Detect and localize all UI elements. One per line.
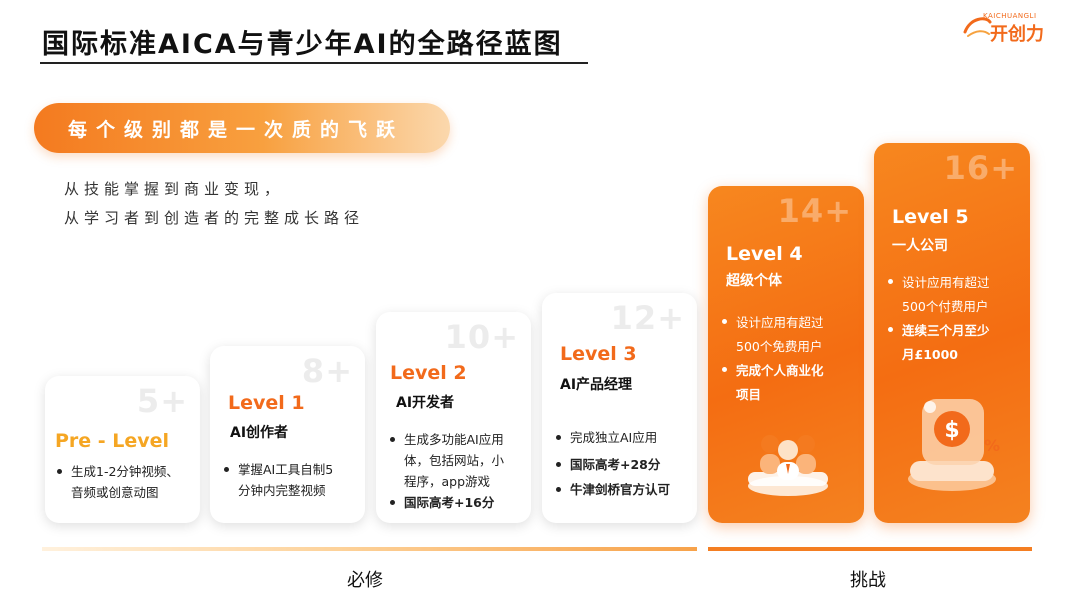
- age-number: 16+: [943, 149, 1018, 187]
- bullet-item: 生成1-2分钟视频、 音频或创意动图: [55, 461, 195, 503]
- challenge-label: 挑战: [850, 570, 886, 591]
- subtitle-line-1: 从技能掌握到商业变现，: [64, 180, 285, 198]
- level-role: AI创作者: [230, 425, 289, 441]
- bullet-item: 设计应用有超过 500个免费用户: [720, 311, 860, 359]
- level-role: 超级个体: [726, 273, 782, 289]
- bullet-item: 掌握AI工具自制5 分钟内完整视频: [222, 459, 362, 501]
- required-label: 必修: [347, 570, 383, 591]
- level-role: AI产品经理: [560, 377, 633, 393]
- level-title: Level 1: [228, 392, 305, 414]
- logo-subtext: KAICHUANGLI: [983, 12, 1037, 20]
- level-card-5: 16+ Level 5 一人公司 设计应用有超过 500个付费用户 连续三个月至…: [874, 143, 1030, 523]
- level-card-4: 14+ Level 4 超级个体 设计应用有超过 500个免费用户 完成个人商业…: [708, 186, 864, 523]
- money-illustration-icon: $ %: [908, 399, 1000, 491]
- level-title: Level 5: [892, 206, 969, 228]
- level-title: Pre - Level: [55, 430, 170, 452]
- level-role: 一人公司: [892, 238, 948, 254]
- level-title: Level 3: [560, 343, 637, 365]
- svg-text:$: $: [944, 418, 959, 443]
- bullet-item: 完成个人商业化 项目: [720, 359, 860, 407]
- bullet-item: 完成独立AI应用: [554, 427, 694, 448]
- required-track-bar: [42, 547, 697, 551]
- bullet-item: 牛津剑桥官方认可: [554, 479, 694, 500]
- level-title: Level 4: [726, 243, 803, 265]
- subtitle-line-2: 从学习者到创造者的完整成长路径: [64, 209, 365, 227]
- page-title: 国际标准AICA与青少年AI的全路径蓝图: [42, 29, 563, 60]
- bullet-list: 设计应用有超过 500个付费用户 连续三个月至少 月£1000: [886, 271, 1026, 367]
- age-number: 5+: [136, 382, 188, 420]
- banner-pill: 每个级别都是一次质的飞跃: [34, 103, 450, 153]
- bullet-list: 掌握AI工具自制5 分钟内完整视频: [222, 459, 362, 501]
- bullet-list: 生成1-2分钟视频、 音频或创意动图: [55, 461, 195, 503]
- bullet-list: 生成多功能AI应用 体，包括网站，小 程序，app游戏 国际高考+16分: [388, 429, 528, 513]
- bullet-item: 国际高考+28分: [554, 454, 694, 475]
- svg-text:%: %: [984, 436, 1000, 455]
- logo-text: 开创力: [990, 24, 1044, 45]
- bullet-item: 国际高考+16分: [388, 492, 528, 513]
- title-underline: [40, 62, 588, 64]
- banner-text: 每个级别都是一次质的飞跃: [68, 119, 405, 141]
- bullet-item: 设计应用有超过 500个付费用户: [886, 271, 1026, 319]
- bullet-list: 设计应用有超过 500个免费用户 完成个人商业化 项目: [720, 311, 860, 407]
- age-number: 12+: [610, 299, 685, 337]
- level-title: Level 2: [390, 362, 467, 384]
- level-card-2: 10+ Level 2 AI开发者 生成多功能AI应用 体，包括网站，小 程序，…: [376, 312, 531, 523]
- people-illustration-icon: [748, 435, 828, 496]
- bullet-item: 生成多功能AI应用 体，包括网站，小 程序，app游戏: [388, 429, 528, 492]
- age-number: 8+: [301, 352, 353, 390]
- level-card-3: 12+ Level 3 AI产品经理 完成独立AI应用 国际高考+28分 牛津剑…: [542, 293, 697, 523]
- level-card-pre: 5+ Pre - Level 生成1-2分钟视频、 音频或创意动图: [45, 376, 200, 523]
- level-card-1: 8+ Level 1 AI创作者 掌握AI工具自制5 分钟内完整视频: [210, 346, 365, 523]
- age-number: 14+: [777, 192, 852, 230]
- age-number: 10+: [444, 318, 519, 356]
- bullet-list: 完成独立AI应用 国际高考+28分 牛津剑桥官方认可: [554, 427, 694, 500]
- challenge-track-bar: [708, 547, 1032, 551]
- bullet-item: 连续三个月至少 月£1000: [886, 319, 1026, 367]
- brand-logo: KAICHUANGLI 开创力: [962, 12, 1062, 46]
- level-role: AI开发者: [396, 395, 455, 411]
